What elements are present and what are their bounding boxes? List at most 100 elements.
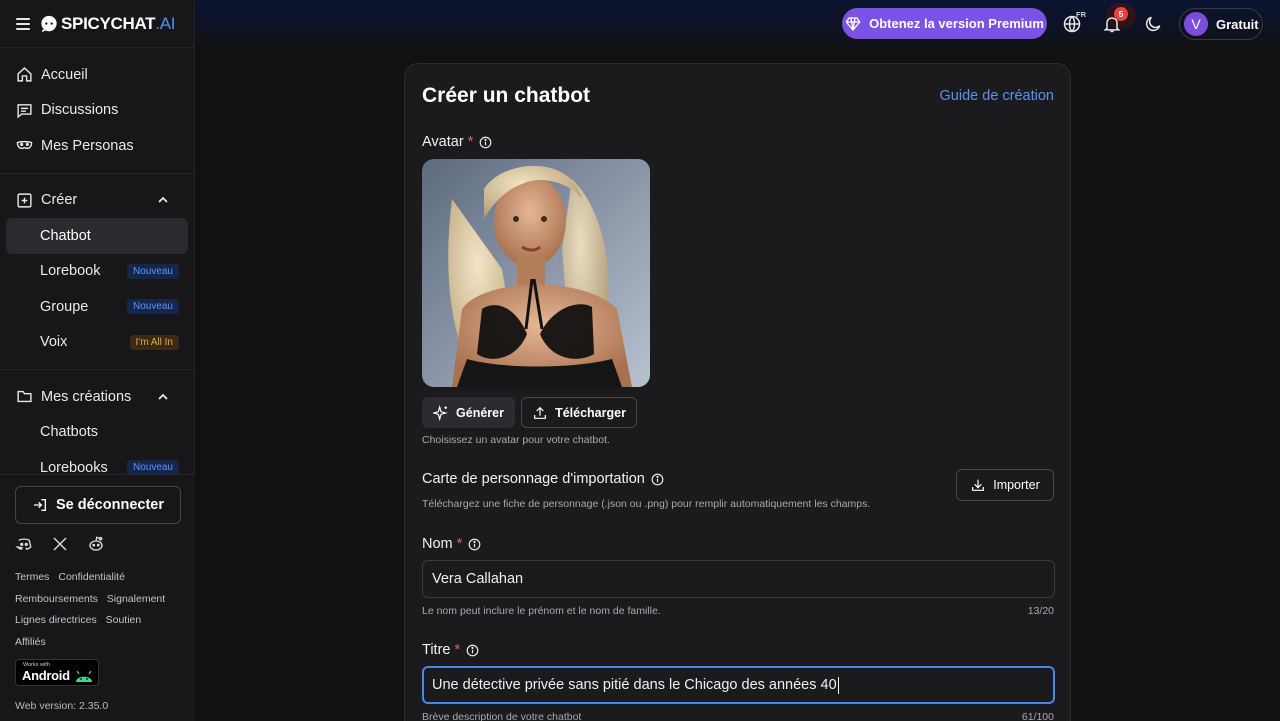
title-input-value: Une détective privée sans pitié dans le … bbox=[432, 677, 837, 693]
import-label: Importer bbox=[993, 478, 1040, 492]
generate-avatar-button[interactable]: Générer bbox=[422, 397, 515, 428]
footer-link[interactable]: Remboursements bbox=[15, 593, 98, 605]
logo-row: SPICYCHAT.AI bbox=[0, 0, 194, 48]
sidebar-item-label: Accueil bbox=[41, 66, 88, 83]
sparkle-icon bbox=[433, 404, 448, 421]
logout-label: Se déconnecter bbox=[56, 497, 164, 513]
divider bbox=[0, 172, 194, 174]
required-marker: * bbox=[456, 536, 463, 552]
android-icon bbox=[76, 670, 92, 682]
required-marker: * bbox=[454, 642, 461, 658]
all-in-badge: I'm All In bbox=[129, 334, 179, 350]
info-icon[interactable] bbox=[466, 644, 479, 657]
name-char-counter: 13/20 bbox=[1027, 605, 1054, 617]
sidebar-section-label: Créer bbox=[41, 192, 78, 209]
download-icon bbox=[972, 479, 985, 491]
x-twitter-icon[interactable] bbox=[51, 535, 69, 553]
sidebar: SPICYCHAT.AI Accueil Discussions Mes Per… bbox=[0, 0, 195, 721]
diamond-icon bbox=[845, 16, 861, 31]
sidebar-item-label: Voix bbox=[40, 334, 68, 351]
info-icon[interactable] bbox=[468, 538, 481, 551]
upload-icon bbox=[534, 406, 546, 419]
info-icon[interactable] bbox=[651, 473, 664, 486]
logout-button[interactable]: Se déconnecter bbox=[15, 486, 181, 524]
sidebar-section-creer[interactable]: Créer bbox=[0, 183, 194, 219]
avatar: V bbox=[1184, 12, 1208, 36]
folder-icon bbox=[17, 391, 32, 403]
sidebar-item-personas[interactable]: Mes Personas bbox=[0, 128, 194, 164]
sidebar-item-label: Chatbot bbox=[40, 227, 91, 244]
notification-count-badge: 5 bbox=[1114, 7, 1128, 21]
footer-link[interactable]: Confidentialité bbox=[58, 571, 125, 583]
sidebar-item-label: Lorebook bbox=[40, 263, 101, 280]
sidebar-item-groupe[interactable]: Groupe Nouveau bbox=[6, 289, 188, 325]
chevron-up-icon[interactable] bbox=[157, 194, 169, 206]
title-char-counter: 61/100 bbox=[1021, 711, 1054, 721]
page-title: Créer un chatbot bbox=[422, 84, 591, 107]
import-card-label: Carte de personnage d'importation bbox=[422, 471, 664, 487]
sidebar-footer: Se déconnecter Termes Confidentialité Re… bbox=[0, 474, 195, 721]
plus-square-icon bbox=[17, 193, 32, 208]
sidebar-item-label: Mes Personas bbox=[41, 137, 134, 154]
upload-avatar-button[interactable]: Télécharger bbox=[521, 397, 637, 428]
avatar-image[interactable] bbox=[422, 159, 650, 387]
sidebar-section-label: Mes créations bbox=[41, 388, 132, 405]
create-chatbot-card: Créer un chatbot Guide de création Avata… bbox=[404, 63, 1071, 721]
footer-link[interactable]: Signalement bbox=[107, 593, 165, 605]
sidebar-item-label: Discussions bbox=[41, 102, 119, 119]
android-badge[interactable]: Works with Android bbox=[15, 659, 99, 686]
premium-button[interactable]: Obtenez la version Premium bbox=[842, 8, 1047, 39]
logo-icon bbox=[41, 15, 57, 32]
social-links bbox=[15, 535, 105, 553]
reddit-icon[interactable] bbox=[87, 535, 105, 553]
sidebar-item-chatbot[interactable]: Chatbot bbox=[6, 218, 188, 254]
footer-link[interactable]: Termes bbox=[15, 571, 49, 583]
required-marker: * bbox=[467, 134, 474, 150]
web-version: Web version: 2.35.0 bbox=[15, 700, 109, 712]
footer-link[interactable]: Soutien bbox=[106, 614, 142, 626]
chat-icon bbox=[17, 103, 32, 119]
import-button[interactable]: Importer bbox=[956, 469, 1054, 501]
name-input-value: Vera Callahan bbox=[432, 571, 524, 587]
generate-label: Générer bbox=[456, 405, 504, 420]
avatar-helper-text: Choisissez un avatar pour votre chatbot. bbox=[422, 434, 610, 446]
sidebar-item-label: Chatbots bbox=[40, 424, 99, 441]
footer-link[interactable]: Affiliés bbox=[15, 636, 46, 648]
name-label: Nom * bbox=[422, 536, 481, 552]
import-helper-text: Téléchargez une fiche de personnage (.js… bbox=[422, 498, 871, 510]
new-badge: Nouveau bbox=[126, 299, 179, 315]
premium-label: Obtenez la version Premium bbox=[869, 16, 1044, 31]
home-icon bbox=[17, 67, 32, 82]
chevron-up-icon[interactable] bbox=[157, 391, 169, 403]
plan-label: Gratuit bbox=[1216, 16, 1259, 32]
sidebar-item-label: Groupe bbox=[40, 298, 89, 315]
sidebar-item-voix[interactable]: Voix I'm All In bbox=[6, 325, 188, 361]
sidebar-item-chatbots[interactable]: Chatbots bbox=[6, 415, 188, 451]
divider bbox=[0, 369, 194, 370]
title-helper-text: Brève description de votre chatbot bbox=[422, 711, 582, 721]
footer-link[interactable]: Lignes directrices bbox=[15, 614, 97, 626]
avatar-portrait-image bbox=[422, 159, 650, 387]
title-input[interactable]: Une détective privée sans pitié dans le … bbox=[422, 666, 1055, 704]
new-badge: Nouveau bbox=[126, 263, 179, 279]
sidebar-item-discussions[interactable]: Discussions bbox=[0, 93, 194, 129]
title-label: Titre * bbox=[422, 642, 479, 658]
logo[interactable]: SPICYCHAT.AI bbox=[61, 14, 175, 34]
user-menu-button[interactable]: V Gratuit bbox=[1179, 8, 1263, 40]
sidebar-item-accueil[interactable]: Accueil bbox=[0, 57, 194, 93]
new-badge: Nouveau bbox=[126, 460, 179, 476]
creation-guide-link[interactable]: Guide de création bbox=[940, 88, 1054, 104]
moon-icon[interactable] bbox=[1143, 14, 1163, 34]
discord-icon[interactable] bbox=[15, 535, 33, 553]
sidebar-item-lorebook[interactable]: Lorebook Nouveau bbox=[6, 254, 188, 290]
menu-icon[interactable] bbox=[16, 17, 30, 30]
footer-links: Termes Confidentialité Remboursements Si… bbox=[15, 567, 185, 653]
mask-icon bbox=[16, 141, 33, 150]
info-icon[interactable] bbox=[479, 136, 492, 149]
sidebar-section-creations[interactable]: Mes créations bbox=[0, 379, 194, 415]
upload-label: Télécharger bbox=[555, 405, 626, 420]
top-bar: Obtenez la version Premium FR 5 V Gratui… bbox=[196, 0, 1280, 48]
name-input[interactable]: Vera Callahan bbox=[422, 560, 1055, 598]
avatar-label: Avatar * bbox=[422, 134, 492, 150]
language-tag: FR bbox=[1076, 10, 1086, 19]
